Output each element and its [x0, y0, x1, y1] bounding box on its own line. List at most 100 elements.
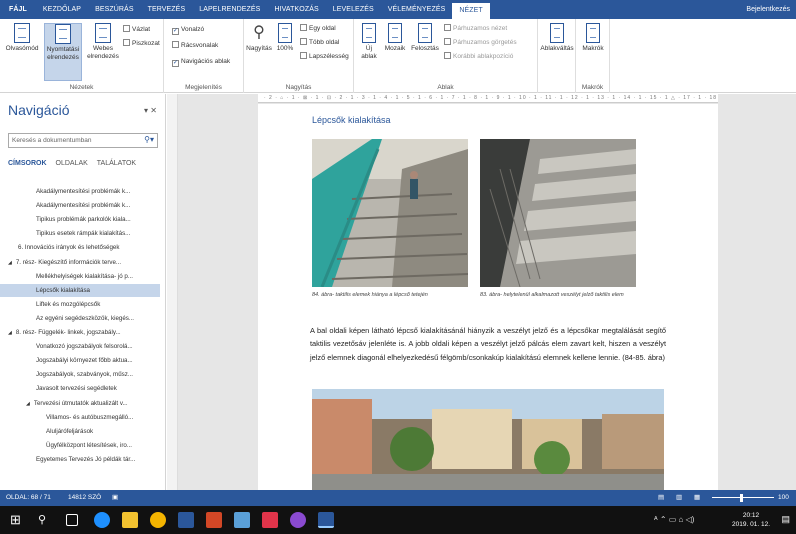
nav-heading-item[interactable]: Javasolt tervezési segédletek: [0, 382, 160, 395]
multiple-pages-button[interactable]: Több oldal: [300, 38, 339, 47]
nav-heading-item[interactable]: Ügyfélközpont létesítések, iro...: [0, 439, 160, 452]
page-width-button[interactable]: Lapszélesség: [300, 52, 349, 61]
close-icon[interactable]: ▾ ✕: [144, 106, 157, 115]
nav-heading-item[interactable]: ◢ Tervezési útmutatók aktualizált v...: [0, 397, 160, 410]
nav-heading-item[interactable]: Liftek és mozgólépcsők: [0, 298, 160, 311]
tab-headings[interactable]: CÍMSOROK: [8, 160, 47, 167]
reset-position-button[interactable]: Korábbi ablakpozíció: [444, 52, 513, 61]
web-layout-icon: [95, 23, 111, 43]
navigation-tabs: CÍMSOROK OLDALAK TALÁLATOK: [8, 160, 136, 167]
read-mode-button[interactable]: Olvasómód: [2, 23, 42, 53]
nav-heading-item[interactable]: Tipikus problémák parkolók kiala...: [0, 213, 160, 226]
task-view-icon[interactable]: [66, 514, 78, 526]
tab-pages[interactable]: OLDALAK: [56, 160, 88, 167]
web-layout-label-2: elrendezés: [87, 53, 119, 60]
nav-heading-item[interactable]: Aluljárófeljárások: [0, 425, 160, 438]
nav-heading-item[interactable]: Villamos- és autóbuszmegálló...: [0, 411, 160, 424]
nav-heading-item[interactable]: 6. Innovációs irányok és lehetőségek: [0, 241, 160, 254]
read-mode-icon: [14, 23, 30, 43]
tab-results[interactable]: TALÁLATOK: [97, 160, 136, 167]
split-icon: [418, 23, 432, 43]
nav-heading-item[interactable]: ◢ 8. rész- Függelék- linkek, jogszabály..…: [0, 326, 160, 339]
print-layout-icon[interactable]: ▥: [676, 490, 682, 506]
web-layout-button[interactable]: Webes elrendezés: [84, 23, 122, 61]
ruler-checkbox[interactable]: ✓ Vonalzó: [172, 25, 204, 35]
paint-icon[interactable]: [262, 512, 278, 528]
outline-button[interactable]: Vázlat: [123, 25, 150, 34]
maps-icon[interactable]: [290, 512, 306, 528]
sign-in-link[interactable]: Bejelentkezés: [746, 0, 790, 19]
gridlines-checkbox[interactable]: Rácsvonalak: [172, 41, 218, 50]
document-page[interactable]: Lépcsők kialakítása 84. ábra- taktilis e…: [258, 104, 718, 490]
zoom-slider-thumb[interactable]: [740, 494, 743, 502]
nav-heading-item[interactable]: Az egyéni segédeszközök, kiegés...: [0, 312, 160, 325]
nav-heading-item[interactable]: Akadálymentesítési problémák k...: [0, 199, 160, 212]
magnifier-icon: ⚲: [253, 24, 265, 41]
navpane-checkbox[interactable]: ✓ Navigációs ablak: [172, 57, 230, 67]
tab-insert[interactable]: BESZÚRÁS: [88, 0, 141, 19]
nav-heading-item[interactable]: Lépcsők kialakítása: [0, 283, 160, 297]
nav-heading-label: Aluljárófeljárások: [46, 427, 94, 435]
notification-icon[interactable]: ▤: [781, 514, 790, 525]
tab-design[interactable]: TERVEZÉS: [141, 0, 193, 19]
nav-heading-item[interactable]: Jogszabályi környezet főbb aktua...: [0, 354, 160, 367]
nav-heading-item[interactable]: Vonatkozó jogszabályok felsorolá...: [0, 340, 160, 353]
zoom-slider[interactable]: [712, 497, 774, 498]
side-by-side-button[interactable]: Párhuzamos nézet: [444, 24, 507, 33]
windows-start-icon[interactable]: ⊞: [10, 512, 26, 528]
tab-file[interactable]: FÁJL: [0, 0, 36, 19]
nav-heading-item[interactable]: Egyetemes Tervezés Jó példák tár...: [0, 453, 160, 466]
search-input[interactable]: Keresés a dokumentumban ⚲▾: [8, 133, 158, 148]
expand-toggle-icon[interactable]: ◢: [8, 260, 12, 266]
search-icon[interactable]: ⚲: [38, 512, 54, 528]
word-icon[interactable]: [318, 512, 334, 528]
arrange-all-button[interactable]: Mozaik: [382, 23, 408, 53]
clock[interactable]: 20:12 2019. 01. 12.: [732, 511, 770, 529]
arrange-all-label: Mozaik: [384, 45, 406, 52]
zoom-100-button[interactable]: 100%: [274, 23, 296, 53]
macros-button[interactable]: Makrók: [576, 23, 610, 53]
nav-heading-item[interactable]: Tipikus esetek rámpák kialakítás...: [0, 227, 160, 240]
tab-mailings[interactable]: LEVELEZÉS: [326, 0, 381, 19]
word-count[interactable]: 14812 SZÓ: [68, 490, 101, 506]
sync-scroll-icon: [444, 38, 451, 45]
proofing-icon[interactable]: ▣: [112, 490, 118, 506]
expand-toggle-icon[interactable]: ◢: [26, 401, 30, 407]
edge-icon[interactable]: [94, 512, 110, 528]
photo-stairs-right: [480, 139, 636, 287]
powerpoint-icon[interactable]: [206, 512, 222, 528]
page-count[interactable]: OLDAL: 68 / 71: [6, 490, 51, 506]
nav-heading-label: Villamos- és autóbuszmegálló...: [46, 413, 134, 421]
print-layout-button[interactable]: Nyomtatási elrendezés: [44, 23, 82, 81]
nav-heading-item[interactable]: ◢ 7. rész- Kiegészítő információk terve..…: [0, 256, 160, 269]
ribbon: Olvasómód Nyomtatási elrendezés Webes el…: [0, 19, 796, 93]
nav-heading-item[interactable]: Akadálymentesítési problémák k...: [0, 185, 160, 198]
side-by-side-icon: [444, 24, 451, 31]
chrome-icon[interactable]: [150, 512, 166, 528]
draft-button[interactable]: Piszkozat: [123, 39, 160, 48]
file-explorer-icon[interactable]: [122, 512, 138, 528]
tab-references[interactable]: HIVATKOZÁS: [267, 0, 325, 19]
web-layout-icon[interactable]: ▦: [694, 490, 700, 506]
zoom-button[interactable]: ⚲ Nagyítás: [246, 23, 272, 53]
photos-icon[interactable]: [234, 512, 250, 528]
search-icon[interactable]: ⚲▾: [144, 136, 154, 144]
nav-heading-item[interactable]: Jogszabályok, szabványok, műsz...: [0, 368, 160, 381]
system-tray-icons[interactable]: ᴬ ⌃ ▭ ⌂ ◁): [654, 515, 694, 524]
nav-heading-item[interactable]: Mellékhelyiségek kialakítása- jó p...: [0, 270, 160, 283]
tab-review[interactable]: VÉLEMÉNYEZÉS: [381, 0, 453, 19]
new-window-button[interactable]: Új ablak: [358, 23, 380, 61]
split-button[interactable]: Felosztás: [410, 23, 440, 53]
zoom-100-label: 100%: [276, 45, 294, 52]
tab-view[interactable]: NÉZET: [452, 3, 490, 19]
sync-scroll-button[interactable]: Párhuzamos görgetés: [444, 38, 517, 47]
expand-toggle-icon[interactable]: ◢: [8, 330, 12, 336]
photo-square: [312, 389, 664, 490]
tab-layout[interactable]: LAPELRENDEZÉS: [192, 0, 267, 19]
read-mode-icon[interactable]: ▤: [658, 490, 664, 506]
switch-windows-button[interactable]: Ablakváltás: [538, 23, 576, 53]
store-icon[interactable]: [178, 512, 194, 528]
zoom-level[interactable]: 100: [778, 490, 789, 506]
one-page-button[interactable]: Egy oldal: [300, 24, 336, 33]
tab-home[interactable]: KEZDŐLAP: [36, 0, 88, 19]
